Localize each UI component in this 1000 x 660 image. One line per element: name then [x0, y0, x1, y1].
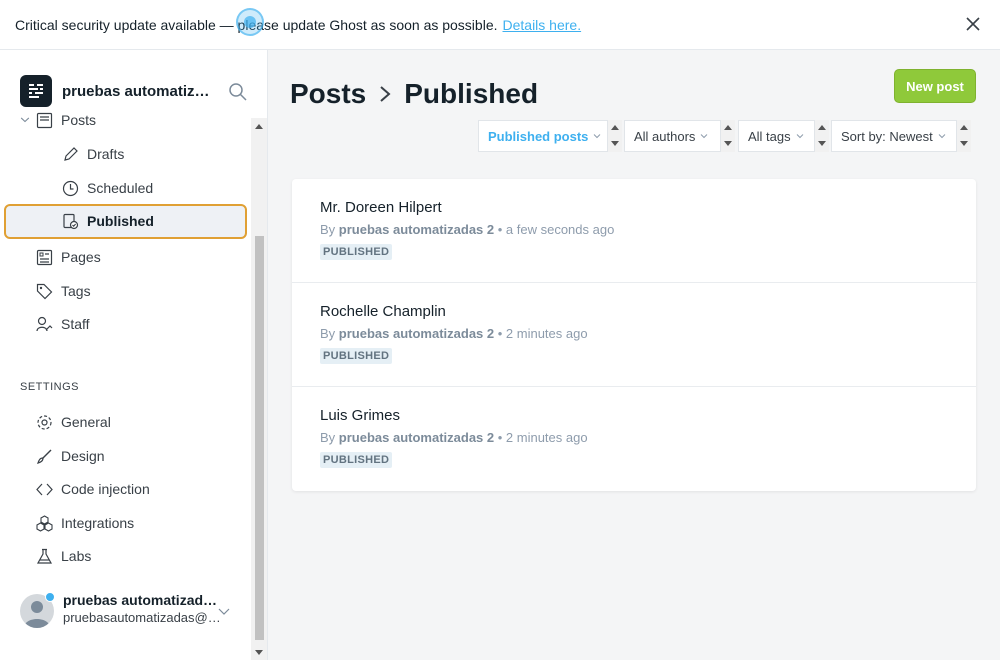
nav-drafts-label: Drafts [87, 146, 125, 162]
nav-staff[interactable]: Staff [36, 309, 90, 339]
user-email: pruebasautomatizadas@uniandes.edu.co [63, 610, 223, 625]
scroll-thumb[interactable] [255, 236, 264, 640]
integrations-icon [36, 514, 53, 532]
nav-labs-label: Labs [61, 548, 92, 564]
nav-code-injection-label: Code injection [61, 481, 150, 497]
post-title: Luis Grimes [320, 407, 401, 424]
nav-scheduled[interactable]: Scheduled [62, 173, 153, 203]
nav-pages-label: Pages [61, 249, 101, 265]
tag-stepper[interactable] [815, 120, 829, 152]
site-title: pruebas automatizadas [62, 82, 217, 100]
chevron-down-icon[interactable] [218, 605, 230, 617]
online-status-badge [45, 592, 55, 602]
post-time: • 2 minutes ago [497, 430, 588, 445]
pages-icon [36, 249, 53, 265]
post-time: • a few seconds ago [497, 222, 615, 237]
post-type-stepper[interactable] [608, 120, 622, 152]
tag-filter[interactable]: All tags [738, 120, 815, 152]
site-brand[interactable]: pruebas automatizadas [20, 75, 217, 107]
close-icon[interactable] [964, 15, 982, 33]
chevron-down-icon [594, 134, 601, 139]
list-item[interactable]: Luis Grimes By pruebas automatizadas 2 •… [292, 387, 976, 491]
nav-design[interactable]: Design [36, 441, 105, 471]
nav-code-injection[interactable]: Code injection [36, 474, 150, 504]
nav-general-label: General [61, 414, 111, 430]
post-author: pruebas automatizadas 2 [338, 326, 495, 341]
post-title: Mr. Doreen Hilpert [320, 199, 442, 216]
nav-general[interactable]: General [36, 407, 111, 437]
posts-icon [36, 112, 53, 128]
nav-scheduled-label: Scheduled [87, 180, 154, 196]
post-type-filter-value: Published posts [488, 128, 589, 144]
status-badge: PUBLISHED [320, 452, 393, 468]
tag-filter-value: All tags [748, 128, 791, 144]
status-badge: PUBLISHED [320, 348, 393, 364]
author-filter[interactable]: All authors [624, 120, 721, 152]
sidebar-scrollbar[interactable] [251, 118, 267, 660]
brush-icon [37, 449, 52, 464]
nav-integrations-label: Integrations [61, 515, 135, 531]
author-filter-value: All authors [634, 128, 696, 144]
sort-stepper[interactable] [957, 120, 971, 152]
post-meta: By pruebas automatizadas 2 • 2 minutes a… [320, 430, 588, 445]
code-icon [36, 483, 53, 495]
staff-icon [36, 316, 53, 331]
breadcrumb-current: Published [404, 78, 539, 109]
post-author: pruebas automatizadas 2 [338, 430, 495, 445]
list-item[interactable]: Mr. Doreen Hilpert By pruebas automatiza… [292, 179, 976, 283]
nav-tags[interactable]: Tags [36, 276, 91, 306]
scroll-up-icon[interactable] [255, 124, 263, 129]
pencil-icon [64, 146, 78, 161]
status-badge: PUBLISHED [320, 244, 393, 260]
author-stepper[interactable] [721, 120, 735, 152]
nav-posts-label: Posts [61, 112, 97, 128]
nav-tags-label: Tags [61, 283, 91, 299]
cursor-indicator-icon [236, 8, 264, 36]
nav-published-label: Published [87, 213, 154, 229]
clock-icon [62, 180, 79, 196]
chevron-down-icon [938, 134, 946, 139]
nav-drafts[interactable]: Drafts [62, 139, 124, 169]
main-content: Posts Published New post Published posts… [268, 50, 1000, 660]
user-name: pruebas automatizadas 2 [63, 592, 223, 608]
chevron-down-icon [796, 134, 803, 139]
post-title: Rochelle Champlin [320, 303, 446, 320]
posts-list: Mr. Doreen Hilpert By pruebas automatiza… [292, 179, 976, 491]
post-meta: By pruebas automatizadas 2 • a few secon… [320, 222, 615, 237]
published-icon [63, 213, 79, 229]
gear-icon [37, 414, 52, 430]
sort-filter-value: Sort by: Newest [841, 128, 933, 144]
list-item[interactable]: Rochelle Champlin By pruebas automatizad… [292, 283, 976, 387]
banner-details-link[interactable]: Details here. [503, 17, 582, 33]
flask-icon [36, 548, 53, 564]
nav-published[interactable]: Published [62, 206, 154, 236]
search-icon[interactable] [228, 82, 248, 102]
site-logo-icon [20, 75, 52, 107]
nav-labs[interactable]: Labs [36, 541, 91, 571]
post-meta: By pruebas automatizadas 2 • 2 minutes a… [320, 326, 588, 341]
new-post-button[interactable]: New post [894, 69, 976, 103]
page-title: Posts Published [290, 78, 538, 110]
post-time: • 2 minutes ago [497, 326, 588, 341]
nav-staff-label: Staff [61, 316, 90, 332]
sort-filter[interactable]: Sort by: Newest [831, 120, 957, 152]
settings-section-label: SETTINGS [20, 381, 80, 393]
sidebar: pruebas automatizadas Posts Drafts Sched… [0, 50, 268, 660]
chevron-down-icon [701, 134, 708, 139]
nav-posts[interactable]: Posts [20, 105, 96, 135]
nav-design-label: Design [61, 448, 105, 464]
tag-icon [36, 283, 53, 299]
scroll-down-icon[interactable] [255, 650, 263, 655]
breadcrumb-posts[interactable]: Posts [290, 78, 366, 110]
chevron-right-icon [380, 86, 391, 102]
nav-integrations[interactable]: Integrations [36, 508, 134, 538]
update-banner: Critical security update available — ple… [0, 0, 1000, 50]
nav-pages[interactable]: Pages [36, 242, 101, 272]
chevron-down-icon [20, 117, 30, 123]
post-author: pruebas automatizadas 2 [338, 222, 495, 237]
post-type-filter[interactable]: Published posts [478, 120, 608, 152]
